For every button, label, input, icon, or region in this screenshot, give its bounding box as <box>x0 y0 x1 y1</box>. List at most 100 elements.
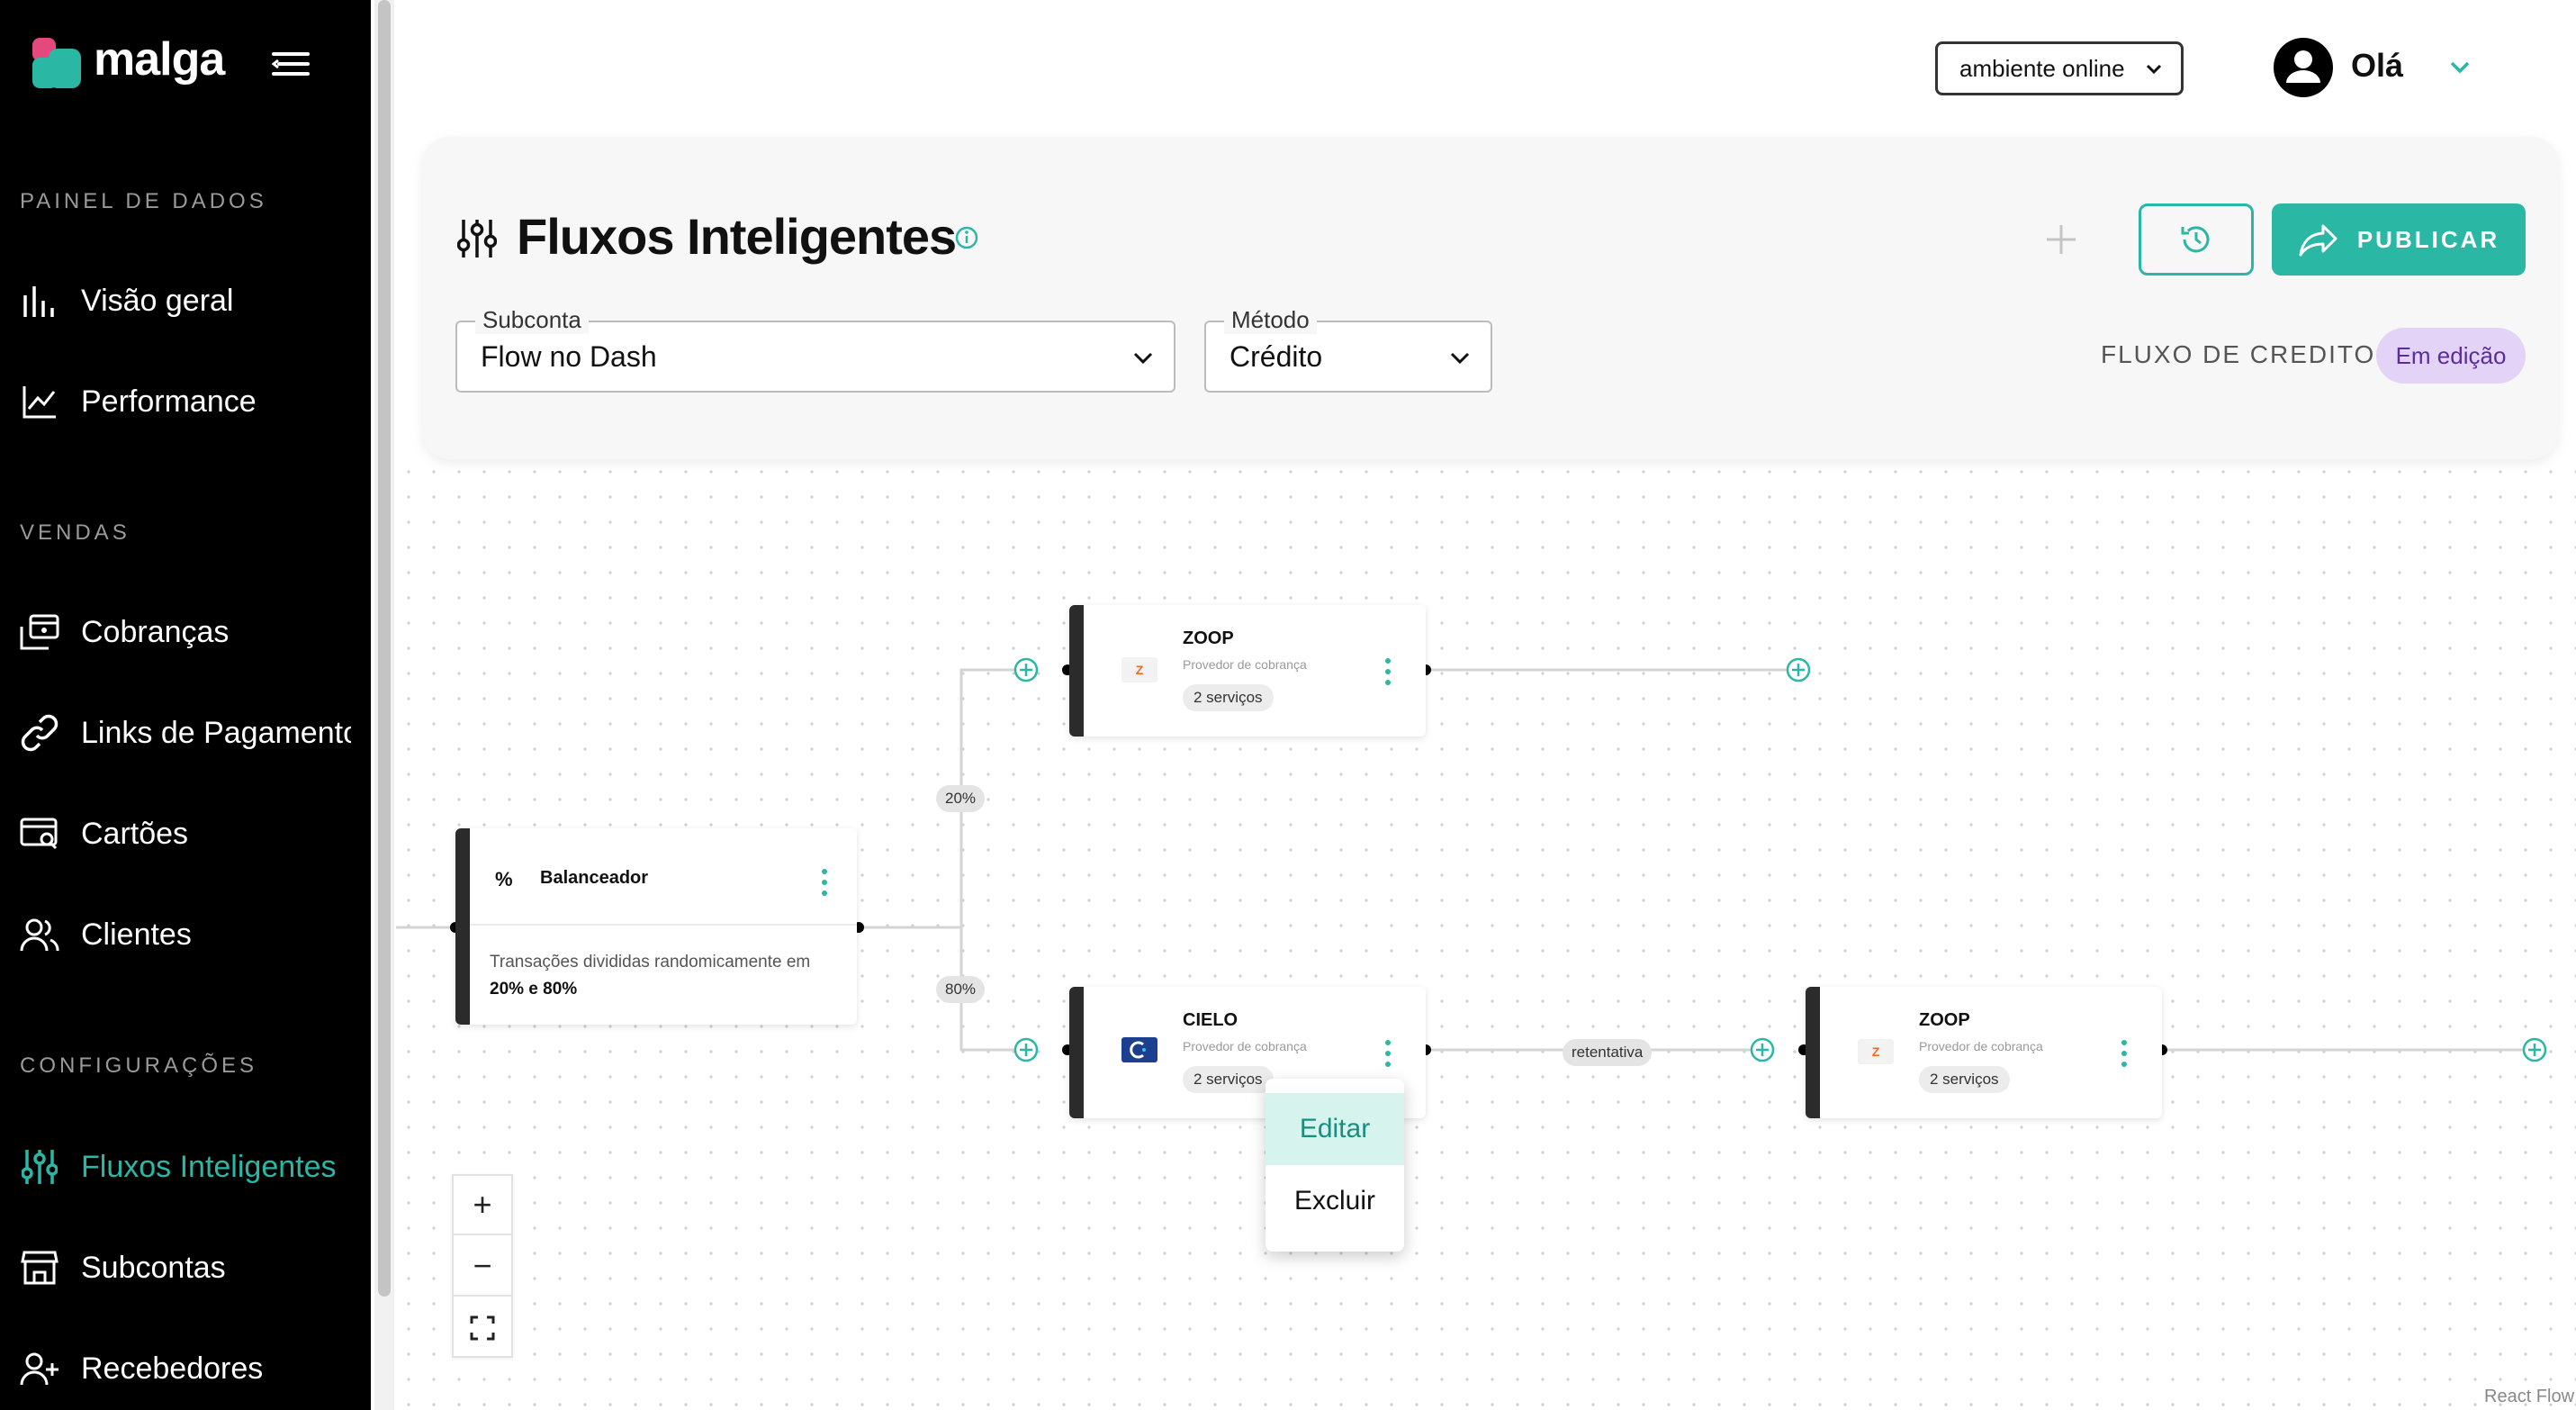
sidebar-item-label: Cartões <box>81 816 189 851</box>
history-button[interactable] <box>2139 203 2254 276</box>
zoop-logo-icon: Z <box>1858 1039 1894 1064</box>
publish-button[interactable]: PUBLICAR <box>2272 203 2526 276</box>
add-step-icon <box>1013 657 1039 682</box>
user-greeting[interactable]: Olá <box>2351 47 2403 85</box>
link-icon <box>18 711 61 755</box>
avatar[interactable] <box>2274 38 2333 97</box>
add-step-icon <box>1013 1037 1039 1062</box>
sliders-icon <box>18 1145 61 1189</box>
section-configuracoes: CONFIGURAÇÕES <box>20 1053 258 1078</box>
page-title: Fluxos Inteligentes <box>517 208 957 265</box>
chevron-down-icon <box>2146 64 2162 75</box>
node-title: ZOOP <box>1183 628 1234 648</box>
menu-item-excluir[interactable]: Excluir <box>1265 1165 1404 1237</box>
sidebar-item-cobrancas[interactable]: Cobranças <box>18 603 360 661</box>
sidebar-item-label: Links de Pagamento <box>81 715 351 750</box>
sidebar-item-links-de-pagamento[interactable]: Links de Pagamento <box>18 704 360 762</box>
sliders-icon <box>457 220 497 258</box>
sidebar-item-visao-geral[interactable]: Visão geral <box>18 272 360 330</box>
brand-name: malga <box>94 33 225 86</box>
menu-item-editar[interactable]: Editar <box>1265 1093 1404 1165</box>
sidebar-item-label: Subcontas <box>81 1250 226 1285</box>
add-step-icon <box>1750 1037 1775 1062</box>
balancer-title: Balanceador <box>540 868 649 888</box>
user-icon <box>2286 50 2320 83</box>
percent-icon: % <box>495 868 513 890</box>
metodo-label: Método <box>1224 306 1317 334</box>
flow-type-label: FLUXO DE CREDITO <box>2101 340 2376 368</box>
collapse-menu-icon[interactable] <box>270 49 311 79</box>
sidebar-item-label: Recebedores <box>81 1351 264 1386</box>
react-flow-attribution[interactable]: React Flow <box>2484 1387 2574 1407</box>
card-search-icon <box>18 812 61 855</box>
node-title: CIELO <box>1183 1010 1238 1030</box>
node-menu-kebab-icon[interactable] <box>1377 655 1399 688</box>
status-badge: Em edição <box>2376 328 2526 384</box>
balancer-description: Transações divididas randomicamente em <box>490 953 811 972</box>
node-divider <box>470 924 857 926</box>
sidebar-item-label: Fluxos Inteligentes <box>81 1149 337 1184</box>
sidebar-item-subcontas[interactable]: Subcontas <box>18 1239 360 1297</box>
line-chart-icon <box>18 380 61 423</box>
zoop-logo-icon: Z <box>1121 657 1157 682</box>
sidebar-item-label: Clientes <box>81 917 192 952</box>
provider-node-zoop-retry[interactable]: Z ZOOP Provedor de cobrança 2 serviços <box>1806 987 2162 1118</box>
subconta-label: Subconta <box>475 306 589 334</box>
node-subtitle: Provedor de cobrança <box>1183 1039 1307 1053</box>
sidebar-item-recebedores[interactable]: Recebedores <box>18 1340 360 1397</box>
branch-percent-badge: 20% <box>936 785 986 812</box>
user-menu-chevron-icon[interactable] <box>2448 56 2472 79</box>
add-node-button[interactable] <box>2043 221 2079 258</box>
bar-chart-icon <box>18 279 61 322</box>
users-icon <box>18 913 61 956</box>
sidebar-item-fluxos-inteligentes[interactable]: Fluxos Inteligentes <box>18 1138 360 1196</box>
services-chip: 2 serviços <box>1183 1066 1274 1093</box>
environment-select[interactable]: ambiente online <box>1935 41 2184 95</box>
sidebar-scrollbar-thumb[interactable] <box>378 0 391 1297</box>
services-chip: 2 serviços <box>1919 1066 2010 1093</box>
node-context-menu: Editar Excluir <box>1265 1079 1404 1252</box>
sidebar-item-cartoes[interactable]: Cartões <box>18 805 360 863</box>
fit-view-icon <box>470 1315 495 1341</box>
sidebar-item-label: Performance <box>81 384 257 419</box>
section-painel-de-dados: PAINEL DE DADOS <box>20 189 267 213</box>
node-menu-kebab-icon[interactable] <box>2113 1037 2135 1070</box>
subconta-value: Flow no Dash <box>481 340 657 373</box>
zoom-controls: + − <box>452 1174 513 1358</box>
node-subtitle: Provedor de cobrança <box>1919 1039 2043 1053</box>
sidebar: malga PAINEL DE DADOS Visão geral Perfor… <box>0 0 371 1410</box>
chevron-down-icon <box>1450 352 1470 365</box>
zoom-in-button[interactable]: + <box>454 1176 511 1235</box>
balancer-split: 20% e 80% <box>490 980 578 999</box>
metodo-select[interactable]: Método Crédito <box>1204 306 1492 393</box>
subconta-select[interactable]: Subconta Flow no Dash <box>455 306 1175 393</box>
publish-button-label: PUBLICAR <box>2356 225 2500 253</box>
share-arrow-icon <box>2299 224 2337 257</box>
history-icon <box>2181 226 2210 253</box>
node-menu-kebab-icon[interactable] <box>814 866 835 899</box>
sidebar-item-label: Cobranças <box>81 614 230 649</box>
sidebar-item-label: Visão geral <box>81 283 234 318</box>
sidebar-item-performance[interactable]: Performance <box>18 373 360 430</box>
chevron-down-icon <box>1133 352 1153 365</box>
node-title: ZOOP <box>1919 1010 1970 1030</box>
node-subtitle: Provedor de cobrança <box>1183 657 1307 672</box>
node-menu-kebab-icon[interactable] <box>1377 1037 1399 1070</box>
zoom-out-button[interactable]: − <box>454 1237 511 1297</box>
user-plus-icon <box>18 1347 61 1390</box>
cielo-logo-icon <box>1121 1037 1157 1062</box>
header-card <box>423 137 2558 459</box>
fit-view-button[interactable] <box>454 1298 511 1358</box>
malga-logo-icon <box>32 38 81 88</box>
sidebar-item-clientes[interactable]: Clientes <box>18 906 360 963</box>
balancer-node[interactable]: % Balanceador Transações divididas rando… <box>455 828 857 1025</box>
edge-label-badge: retentativa <box>1563 1039 1653 1066</box>
provider-node-zoop[interactable]: Z ZOOP Provedor de cobrança 2 serviços <box>1069 605 1426 737</box>
info-icon[interactable] <box>954 225 979 250</box>
branch-percent-badge: 80% <box>936 976 986 1003</box>
metodo-value: Crédito <box>1229 340 1323 373</box>
section-vendas: VENDAS <box>20 520 131 545</box>
charges-icon <box>18 610 61 654</box>
add-step-icon <box>2522 1037 2547 1062</box>
store-icon <box>18 1246 61 1289</box>
